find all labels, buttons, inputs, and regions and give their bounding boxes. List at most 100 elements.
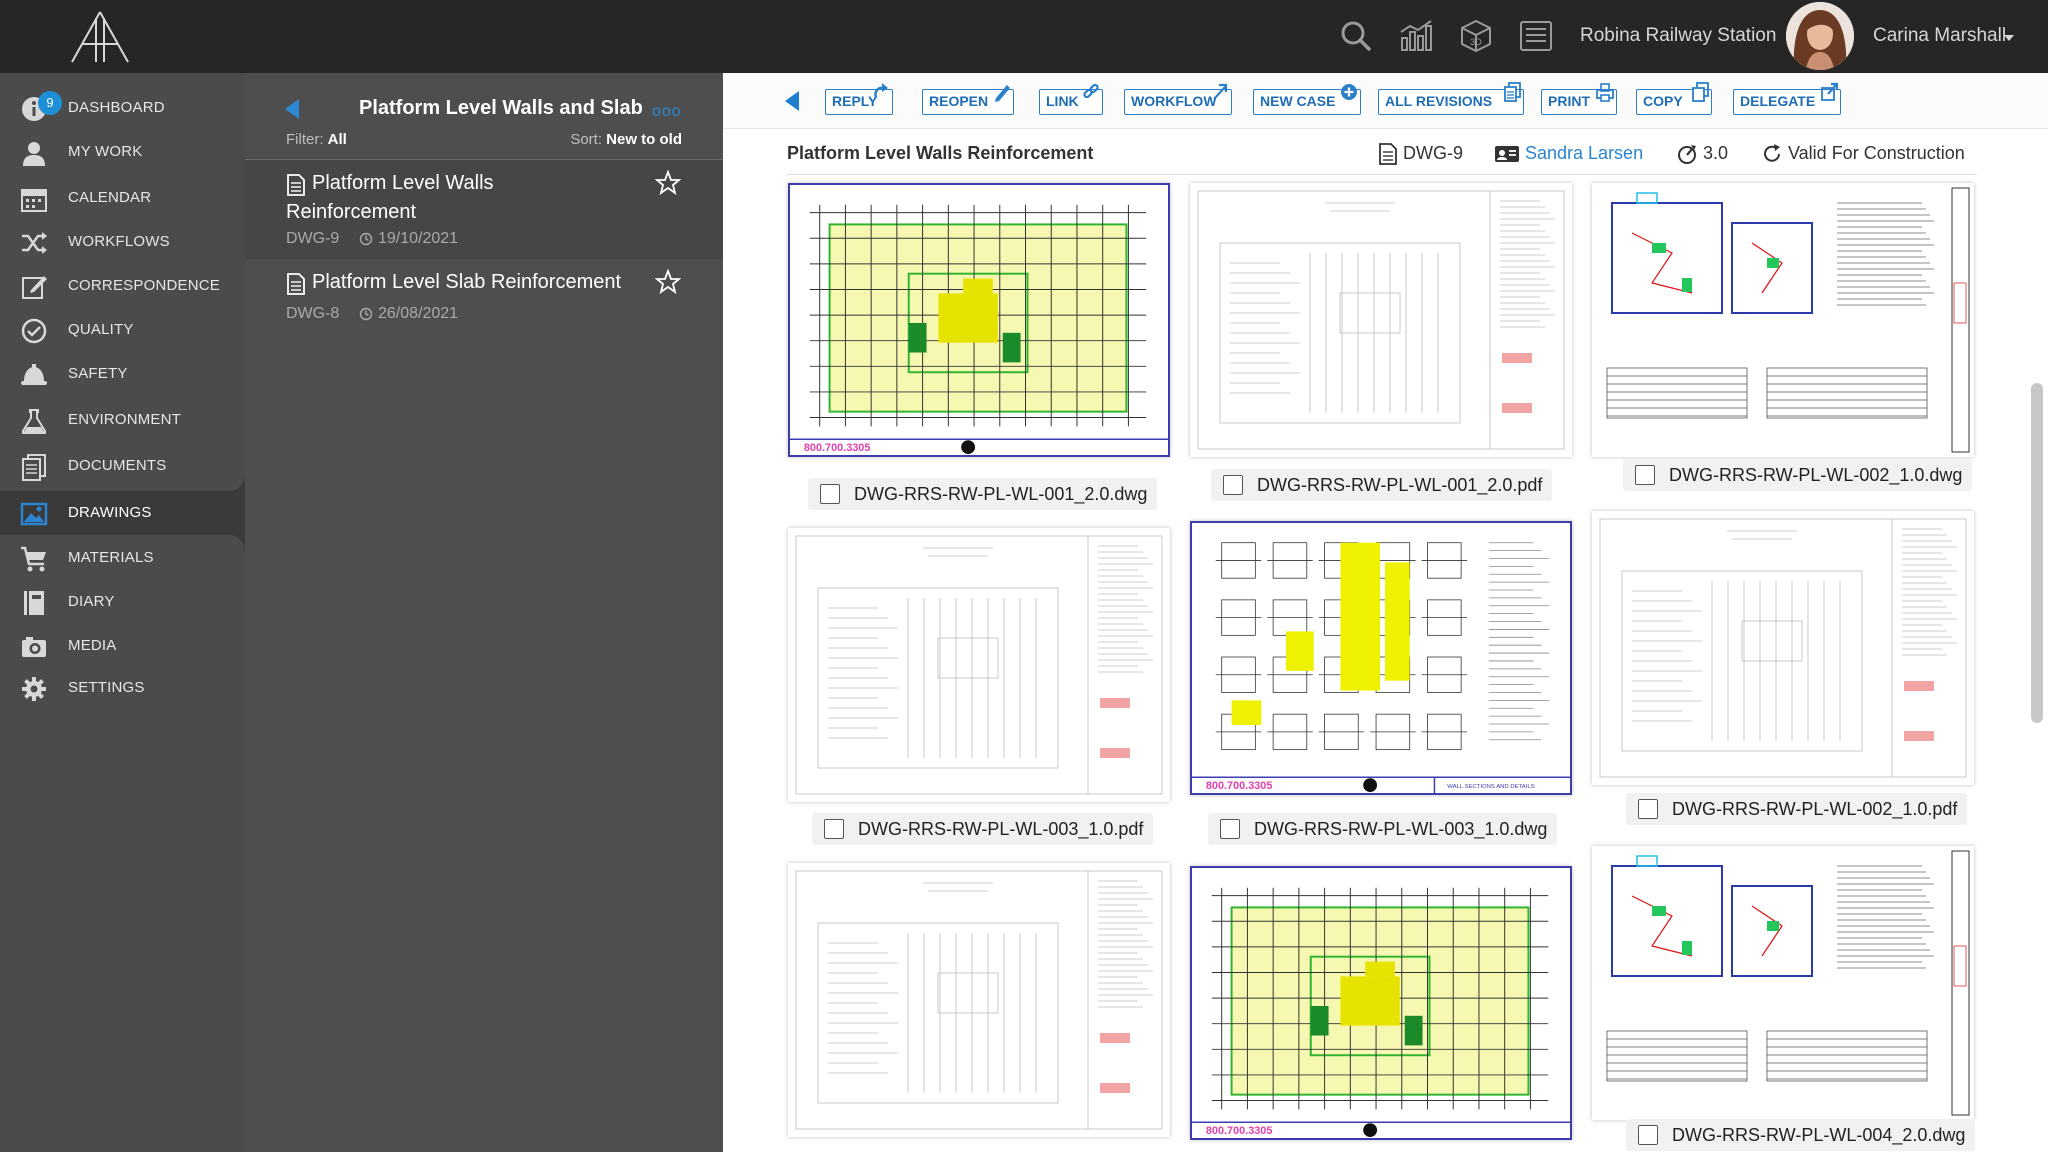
- sidebar-item-quality[interactable]: QUALITY: [0, 309, 245, 351]
- file-checkbox-row[interactable]: DWG-RRS-RW-PL-WL-003_1.0.dwg: [1208, 813, 1558, 845]
- drawing-thumbnail[interactable]: [1592, 183, 1974, 457]
- search-icon[interactable]: [1338, 18, 1374, 54]
- flask-icon: [22, 409, 46, 434]
- sidebar-item-documents[interactable]: DOCUMENTS: [0, 445, 245, 487]
- file-checkbox-row[interactable]: DWG-RRS-RW-PL-WL-001_2.0.pdf: [1211, 469, 1553, 501]
- file-checkbox[interactable]: [1220, 819, 1240, 839]
- file-checkbox-row[interactable]: DWG-RRS-RW-PL-WL-001_2.0.dwg: [808, 478, 1158, 510]
- file-name: DWG-RRS-RW-PL-WL-001_2.0.pdf: [1257, 474, 1543, 495]
- svg-text:800.700.3305: 800.700.3305: [1206, 1125, 1273, 1137]
- delegate-button[interactable]: DELEGATE: [1733, 82, 1841, 115]
- more-options-icon[interactable]: ooo: [652, 103, 682, 121]
- 3d-model-icon[interactable]: 3D: [1458, 18, 1494, 54]
- print-button[interactable]: PRINT: [1541, 83, 1617, 115]
- sidebar-item-settings[interactable]: SETTINGS: [0, 667, 245, 709]
- user-name[interactable]: Carina Marshall: [1873, 25, 2006, 47]
- file-checkbox-row[interactable]: DWG-RRS-RW-PL-WL-004_2.0.dwg: [1626, 1119, 1976, 1151]
- new-case-label: NEW CASE: [1260, 93, 1336, 109]
- file-checkbox[interactable]: [820, 484, 840, 504]
- sidebar-item-dashboard[interactable]: 9 DASHBOARD: [0, 87, 245, 129]
- file-name: DWG-RRS-RW-PL-WL-001_2.0.dwg: [854, 483, 1148, 504]
- calendar-icon: [21, 189, 47, 212]
- link-button[interactable]: LINK: [1039, 83, 1103, 115]
- sidebar-item-label: ENVIRONMENT: [68, 411, 182, 428]
- drawing-thumbnail[interactable]: 800.700.3305: [1190, 866, 1572, 1140]
- sidebar-item-workflows[interactable]: WORKFLOWS: [0, 221, 245, 263]
- list-item[interactable]: Platform Level Slab Reinforcement DWG-8 …: [245, 259, 723, 349]
- file-checkbox[interactable]: [1223, 475, 1243, 495]
- file-checkbox[interactable]: [1638, 799, 1658, 819]
- sidebar-item-materials[interactable]: MATERIALS: [0, 537, 245, 579]
- all-revisions-button[interactable]: ALL REVISIONS: [1378, 82, 1524, 115]
- star-icon[interactable]: [655, 269, 681, 295]
- file-checkbox-row[interactable]: DWG-RRS-RW-PL-WL-003_1.0.pdf: [812, 813, 1154, 845]
- sidebar-item-drawings[interactable]: DRAWINGS: [0, 492, 245, 534]
- book-icon: [24, 591, 44, 615]
- sidebar-item-correspondence[interactable]: CORRESPONDENCE: [0, 265, 245, 307]
- drawing-thumbnail[interactable]: [788, 863, 1170, 1137]
- copy-button[interactable]: COPY: [1636, 82, 1712, 115]
- notification-badge: 9: [38, 91, 62, 115]
- new-case-button[interactable]: NEW CASE: [1253, 84, 1361, 115]
- document-owner-link[interactable]: Sandra Larsen: [1525, 143, 1643, 164]
- file-checkbox[interactable]: [1635, 465, 1655, 485]
- sidebar-item-my-work[interactable]: MY WORK: [0, 131, 245, 173]
- sidebar-item-calendar[interactable]: CALENDAR: [0, 177, 245, 219]
- reply-button[interactable]: REPLY: [825, 83, 893, 115]
- drawing-thumbnail[interactable]: [1592, 846, 1974, 1120]
- drawing-thumbnail[interactable]: [1592, 511, 1974, 785]
- link-label: LINK: [1046, 93, 1079, 109]
- user-icon: [23, 142, 45, 166]
- svg-text:3D: 3D: [1470, 37, 1482, 47]
- sort-control[interactable]: Sort: New to old: [570, 131, 682, 148]
- file-checkbox-row[interactable]: DWG-RRS-RW-PL-WL-002_1.0.pdf: [1626, 793, 1968, 825]
- gear-icon: [22, 677, 46, 701]
- copy-label: COPY: [1643, 93, 1683, 109]
- edit-icon: [22, 276, 47, 299]
- list-icon[interactable]: [1518, 18, 1554, 54]
- sidebar-item-label: CALENDAR: [68, 189, 152, 206]
- reopen-button[interactable]: REOPEN: [922, 85, 1014, 115]
- sidebar-item-label: DRAWINGS: [68, 504, 152, 521]
- list-title: Platform Level Walls and Slab: [359, 97, 643, 119]
- workflow-button[interactable]: WORKFLOW: [1124, 83, 1232, 115]
- avatar[interactable]: [1786, 2, 1854, 70]
- back-arrow-icon[interactable]: [785, 91, 799, 111]
- list-item[interactable]: Platform Level Walls Reinforcement DWG-9…: [245, 159, 723, 259]
- chart-icon[interactable]: [1398, 18, 1434, 54]
- project-name[interactable]: Robina Railway Station: [1580, 25, 1776, 47]
- file-name: DWG-RRS-RW-PL-WL-004_2.0.dwg: [1672, 1124, 1966, 1145]
- list-item-code: DWG-8: [286, 305, 340, 322]
- drawing-thumbnail[interactable]: [788, 528, 1170, 802]
- list-header: Platform Level Walls and Slab ooo Filter…: [245, 73, 723, 159]
- caret-down-icon[interactable]: [2004, 35, 2014, 41]
- document-code: DWG-9: [1403, 143, 1463, 163]
- documents-icon: [22, 454, 46, 481]
- document-code-icon: [1379, 143, 1397, 165]
- scrollbar[interactable]: [2031, 383, 2043, 723]
- file-checkbox-row[interactable]: DWG-RRS-RW-PL-WL-002_1.0.dwg: [1623, 459, 1973, 491]
- drawing-thumbnail[interactable]: 800.700.3305 WALL SECTIONS AND DETAILS: [1190, 521, 1572, 795]
- revisions-icon: [1504, 82, 1521, 102]
- reopen-label: REOPEN: [929, 93, 989, 109]
- list-item-date: 26/08/2021: [378, 305, 459, 322]
- sidebar-item-environment[interactable]: ENVIRONMENT: [0, 399, 245, 441]
- drawing-thumbnail[interactable]: 800.700.3305: [788, 183, 1170, 457]
- back-arrow-icon[interactable]: [285, 99, 299, 119]
- sidebar-item-diary[interactable]: DIARY: [0, 581, 245, 623]
- sidebar-item-label: SETTINGS: [68, 679, 145, 696]
- app-logo[interactable]: [66, 10, 134, 64]
- svg-text:800.700.3305: 800.700.3305: [804, 442, 871, 454]
- clock-icon: [359, 232, 373, 246]
- file-checkbox[interactable]: [1638, 1125, 1658, 1145]
- link-icon: [1083, 83, 1099, 99]
- drawing-thumbnail[interactable]: [1190, 183, 1572, 457]
- sidebar-item-label: QUALITY: [68, 321, 134, 338]
- filter-control[interactable]: Filter: All: [286, 131, 347, 148]
- file-name: DWG-RRS-RW-PL-WL-003_1.0.dwg: [1254, 818, 1548, 839]
- file-checkbox[interactable]: [824, 819, 844, 839]
- sidebar-item-safety[interactable]: SAFETY: [0, 353, 245, 395]
- document-title: Platform Level Walls Reinforcement: [787, 143, 1094, 163]
- star-icon[interactable]: [655, 170, 681, 196]
- sidebar-item-media[interactable]: MEDIA: [0, 625, 245, 667]
